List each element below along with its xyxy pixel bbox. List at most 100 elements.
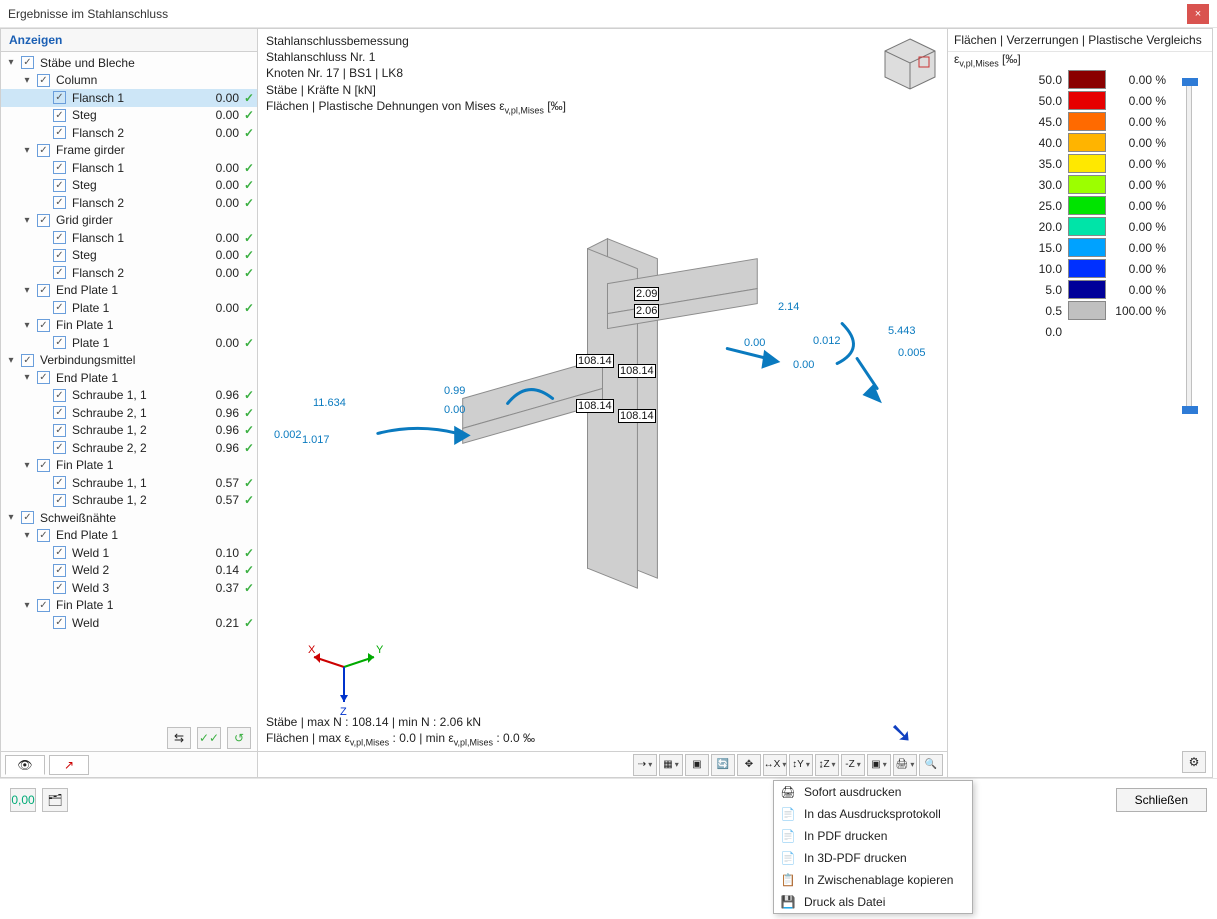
chevron-icon[interactable]: ▾	[21, 75, 33, 86]
slider-bottom-knob[interactable]	[1182, 406, 1198, 414]
tree-row[interactable]: ▾Column	[1, 72, 257, 90]
chevron-icon[interactable]: ▾	[21, 320, 33, 331]
checkbox[interactable]	[53, 301, 66, 314]
tree-tool-1-button[interactable]: ⇆	[167, 727, 191, 749]
tree-row[interactable]: Schraube 1, 10.57✓	[1, 474, 257, 492]
tree-row[interactable]: ▾End Plate 1	[1, 282, 257, 300]
tree-row[interactable]: ▾Fin Plate 1	[1, 317, 257, 335]
chevron-icon[interactable]: ▾	[21, 285, 33, 296]
checkbox[interactable]	[53, 616, 66, 629]
tree-row[interactable]: Weld 10.10✓	[1, 544, 257, 562]
checkbox[interactable]	[53, 161, 66, 174]
rotate-button[interactable]: 🔄	[711, 754, 735, 776]
view-mode-button[interactable]: ⇢	[633, 754, 657, 776]
chevron-icon[interactable]: ▾	[21, 600, 33, 611]
checkbox[interactable]	[53, 546, 66, 559]
checkbox[interactable]	[53, 424, 66, 437]
tree-row[interactable]: Steg0.00✓	[1, 107, 257, 125]
tree-row[interactable]: Plate 10.00✓	[1, 334, 257, 352]
close-button[interactable]: Schließen	[1116, 788, 1207, 812]
tree-row[interactable]: Schraube 2, 20.96✓	[1, 439, 257, 457]
slider-top-knob[interactable]	[1182, 78, 1198, 86]
axis-x-button[interactable]: ↔X	[763, 754, 787, 776]
tree-row[interactable]: Flansch 20.00✓	[1, 264, 257, 282]
checkbox[interactable]	[53, 231, 66, 244]
tree-row[interactable]: Flansch 10.00✓	[1, 159, 257, 177]
print-menu-item[interactable]: 💾Druck als Datei	[774, 891, 972, 913]
checkbox[interactable]	[37, 529, 50, 542]
legend-settings-button[interactable]: ⚙	[1182, 751, 1206, 773]
checkbox[interactable]	[53, 196, 66, 209]
checkbox[interactable]	[37, 284, 50, 297]
tree-row[interactable]: Schraube 1, 20.96✓	[1, 422, 257, 440]
footer-units-button[interactable]: 0,00	[10, 788, 36, 812]
tree-row[interactable]: ▾Grid girder	[1, 212, 257, 230]
checkbox[interactable]	[37, 599, 50, 612]
checkbox[interactable]	[37, 371, 50, 384]
chevron-icon[interactable]: ▾	[5, 355, 17, 366]
tree-uncheck-all-button[interactable]: ↺	[227, 727, 251, 749]
chevron-icon[interactable]: ▾	[21, 530, 33, 541]
chevron-icon[interactable]: ▾	[5, 512, 17, 523]
chevron-icon[interactable]: ▾	[21, 215, 33, 226]
checkbox[interactable]	[53, 109, 66, 122]
tree-row[interactable]: ▾Fin Plate 1	[1, 457, 257, 475]
viewport-3d[interactable]: Stahlanschlussbemessung Stahlanschluss N…	[258, 28, 948, 778]
checkbox[interactable]	[53, 336, 66, 349]
checkbox[interactable]	[53, 91, 66, 104]
print-menu-item[interactable]: 📄In PDF drucken	[774, 825, 972, 847]
perspective-button[interactable]: ▣	[685, 754, 709, 776]
checkbox[interactable]	[21, 56, 34, 69]
checkbox[interactable]	[53, 494, 66, 507]
checkbox[interactable]	[37, 74, 50, 87]
tree-row[interactable]: Weld 20.14✓	[1, 562, 257, 580]
checkbox[interactable]	[37, 144, 50, 157]
tree-row[interactable]: Schraube 2, 10.96✓	[1, 404, 257, 422]
window-close-button[interactable]: ×	[1187, 4, 1209, 24]
print-menu-item[interactable]: 🖨Sofort ausdrucken	[774, 781, 972, 803]
checkbox[interactable]	[53, 266, 66, 279]
checkbox[interactable]	[37, 319, 50, 332]
tree-row[interactable]: ▾End Plate 1	[1, 369, 257, 387]
tree-row[interactable]: Schraube 1, 10.96✓	[1, 387, 257, 405]
print-button[interactable]: 🖨	[893, 754, 917, 776]
checkbox[interactable]	[53, 126, 66, 139]
checkbox[interactable]	[53, 249, 66, 262]
axis-z-button[interactable]: ↨Z	[815, 754, 839, 776]
mesh-button[interactable]: ▦	[659, 754, 683, 776]
checkbox[interactable]	[21, 354, 34, 367]
tree-row[interactable]: Flansch 20.00✓	[1, 124, 257, 142]
detail-button[interactable]: 🔍	[919, 754, 943, 776]
tree-row[interactable]: ▾Fin Plate 1	[1, 597, 257, 615]
print-menu-item[interactable]: 📄In das Ausdrucksprotokoll	[774, 803, 972, 825]
tree-row[interactable]: Flansch 10.00✓	[1, 229, 257, 247]
tree-row[interactable]: Schraube 1, 20.57✓	[1, 492, 257, 510]
pan-button[interactable]: ✥	[737, 754, 761, 776]
print-menu-item[interactable]: 📄In 3D-PDF drucken	[774, 847, 972, 869]
checkbox[interactable]	[53, 406, 66, 419]
checkbox[interactable]	[37, 214, 50, 227]
checkbox[interactable]	[53, 581, 66, 594]
checkbox[interactable]	[21, 511, 34, 524]
tree-row[interactable]: ▾Schweißnähte	[1, 509, 257, 527]
chevron-icon[interactable]: ▾	[21, 372, 33, 383]
tree-row[interactable]: Weld 30.37✓	[1, 579, 257, 597]
checkbox[interactable]	[53, 441, 66, 454]
view-cube[interactable]	[881, 35, 939, 93]
tree-row[interactable]: Flansch 20.00✓	[1, 194, 257, 212]
chevron-icon[interactable]: ▾	[21, 145, 33, 156]
footer-details-button[interactable]: 🗂	[42, 788, 68, 812]
tree-row[interactable]: ▾Frame girder	[1, 142, 257, 160]
checkbox[interactable]	[53, 476, 66, 489]
axis-neg-z-button[interactable]: -Z	[841, 754, 865, 776]
chevron-icon[interactable]: ▾	[21, 460, 33, 471]
checkbox[interactable]	[37, 459, 50, 472]
tab-view[interactable]: 👁	[5, 755, 45, 775]
checkbox[interactable]	[53, 389, 66, 402]
iso-button[interactable]: ▣	[867, 754, 891, 776]
tree-row[interactable]: Steg0.00✓	[1, 177, 257, 195]
chevron-icon[interactable]: ▾	[5, 57, 17, 68]
tree-row[interactable]: ▾Verbindungsmittel	[1, 352, 257, 370]
checkbox[interactable]	[53, 564, 66, 577]
tree-row[interactable]: Flansch 10.00✓	[1, 89, 257, 107]
